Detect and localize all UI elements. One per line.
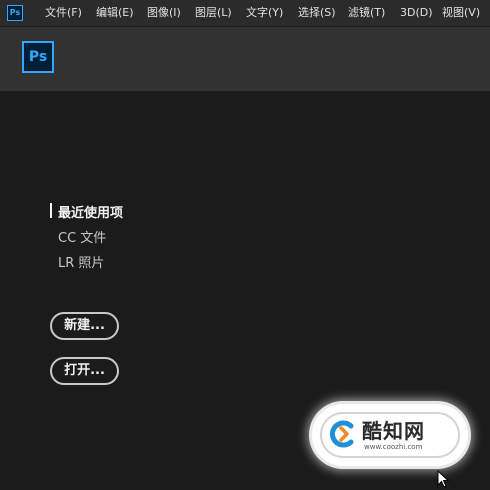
menu-layer[interactable]: 图层(L) [195,0,232,26]
home-header: Ps [0,27,490,91]
mouse-cursor-icon [437,470,449,488]
menu-file[interactable]: 文件(F) [45,0,82,26]
menu-filter[interactable]: 滤镜(T) [348,0,385,26]
nav-lr-photos[interactable]: LR 照片 [58,252,104,271]
nav-recent[interactable]: 最近使用项 [58,202,123,221]
photoshop-logo: Ps [22,41,54,73]
menu-view[interactable]: 视图(V) [442,0,480,26]
menu-select[interactable]: 选择(S) [298,0,336,26]
watermark-url: www.coozhi.com [364,443,423,451]
nav-cc-files[interactable]: CC 文件 [58,227,106,246]
menu-edit[interactable]: 编辑(E) [96,0,134,26]
watermark-name: 酷知网 [362,419,425,443]
open-button[interactable]: 打开... [50,357,119,385]
new-button[interactable]: 新建... [50,312,119,340]
watermark-logo-icon [330,420,354,448]
menu-type[interactable]: 文字(Y) [246,0,283,26]
menu-bar: Ps 文件(F) 编辑(E) 图像(I) 图层(L) 文字(Y) 选择(S) 滤… [0,0,490,27]
watermark-badge: 酷知网 www.coozhi.com [312,404,468,466]
photoshop-app-icon[interactable]: Ps [7,5,23,21]
menu-image[interactable]: 图像(I) [147,0,181,26]
menu-3d[interactable]: 3D(D) [400,0,433,26]
active-nav-indicator [50,203,52,218]
